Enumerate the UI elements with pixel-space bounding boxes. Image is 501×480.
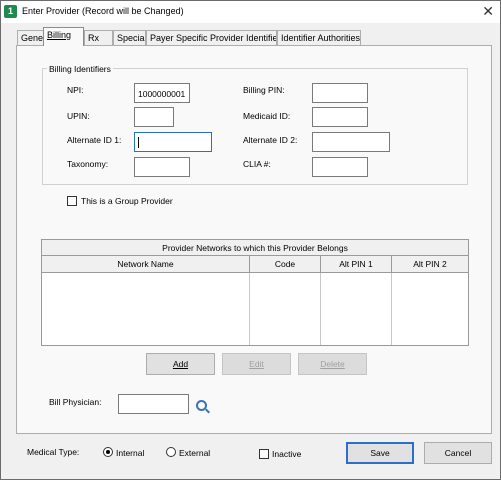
upin-field[interactable]	[134, 107, 174, 127]
cancel-button[interactable]: Cancel	[424, 442, 492, 464]
add-button[interactable]: Add	[146, 353, 215, 375]
tab-rx[interactable]: Rx	[84, 30, 113, 46]
close-icon[interactable]: ✕	[482, 3, 494, 20]
title-bar[interactable]: 1 Enter Provider (Record will be Changed…	[1, 1, 500, 23]
clia-field[interactable]	[312, 157, 368, 177]
tab-billing[interactable]: Billing	[43, 27, 84, 46]
alternate-id1-field[interactable]	[134, 132, 212, 152]
app-icon: 1	[4, 5, 17, 18]
internal-radio-label[interactable]: Internal	[116, 448, 144, 458]
billing-pin-label: Billing PIN:	[243, 85, 285, 95]
medicaid-id-field[interactable]	[312, 107, 368, 127]
tab-payer-specific-provider-identifiers[interactable]: Payer Specific Provider Identifiers	[146, 30, 277, 46]
group-provider-label[interactable]: This is a Group Provider	[81, 196, 173, 206]
column-alt-pin-2[interactable]: Alt PIN 2	[392, 256, 468, 273]
taxonomy-label: Taxonomy:	[67, 159, 109, 169]
provider-networks-grid[interactable]: Provider Networks to which this Provider…	[41, 239, 469, 346]
medical-type-label: Medical Type:	[27, 447, 80, 457]
taxonomy-field[interactable]	[134, 157, 190, 177]
npi-label: NPI:	[67, 85, 84, 95]
tab-identifier-authorities[interactable]: Identifier Authorities	[277, 30, 361, 46]
external-radio[interactable]	[166, 447, 176, 457]
text-caret	[138, 137, 139, 148]
internal-radio[interactable]	[103, 447, 113, 457]
column-code[interactable]: Code	[250, 256, 321, 273]
grid-column-body	[321, 273, 392, 345]
billing-identifiers-title: Billing Identifiers	[47, 64, 113, 74]
medicaid-id-label: Medicaid ID:	[243, 111, 291, 121]
inactive-checkbox[interactable]	[259, 449, 269, 459]
edit-button[interactable]: Edit	[222, 353, 291, 375]
clia-label: CLIA #:	[243, 159, 271, 169]
tab-special[interactable]: Special	[113, 30, 146, 46]
save-button[interactable]: Save	[346, 442, 414, 464]
window-title: Enter Provider (Record will be Changed)	[22, 6, 184, 16]
billing-pin-field[interactable]	[312, 83, 368, 103]
column-alt-pin-1[interactable]: Alt PIN 1	[321, 256, 392, 273]
bill-physician-field[interactable]	[118, 394, 189, 414]
magnifier-icon[interactable]	[196, 400, 207, 411]
alternate-id1-label: Alternate ID 1:	[67, 135, 122, 145]
grid-column-body	[250, 273, 321, 345]
delete-button[interactable]: Delete	[298, 353, 367, 375]
npi-field[interactable]: 1000000001	[134, 83, 190, 103]
alternate-id2-field[interactable]	[312, 132, 390, 152]
inactive-label[interactable]: Inactive	[272, 449, 301, 459]
external-radio-label[interactable]: External	[179, 448, 210, 458]
group-provider-checkbox[interactable]	[67, 196, 77, 206]
column-network-name[interactable]: Network Name	[42, 256, 250, 273]
grid-column-body	[42, 273, 250, 345]
networks-caption: Provider Networks to which this Provider…	[42, 240, 468, 256]
enter-provider-dialog: 1 Enter Provider (Record will be Changed…	[0, 0, 501, 480]
bill-physician-label: Bill Physician:	[49, 397, 102, 407]
upin-label: UPIN:	[67, 111, 90, 121]
alternate-id2-label: Alternate ID 2:	[243, 135, 298, 145]
